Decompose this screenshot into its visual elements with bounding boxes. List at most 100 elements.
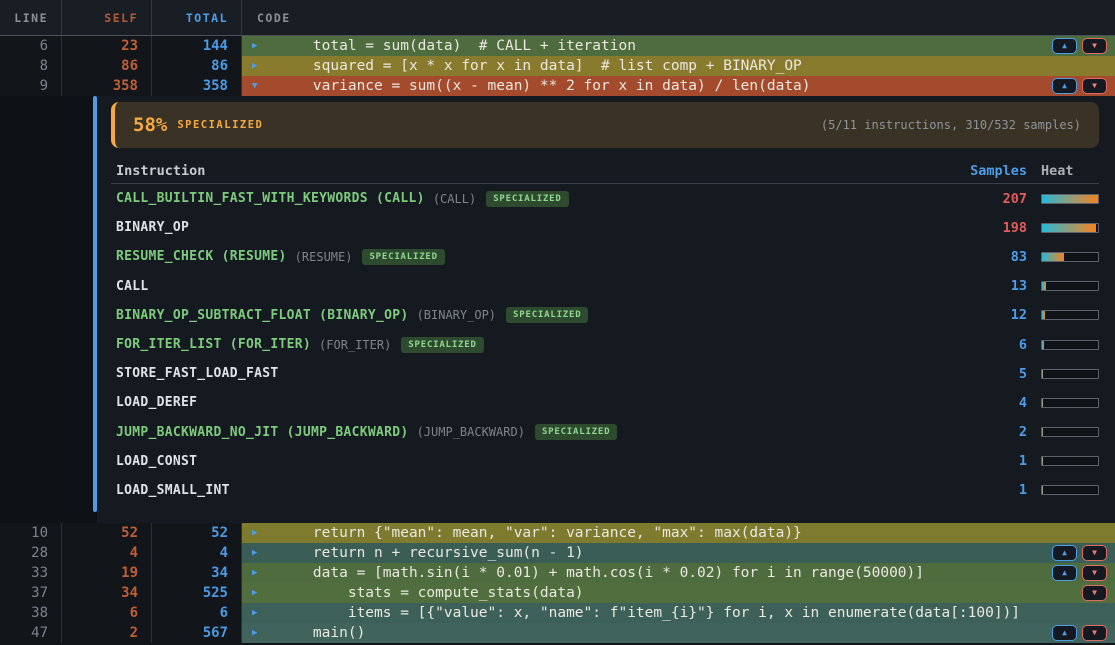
base-opcode: (RESUME) xyxy=(295,250,353,264)
self-samples-cell: 4 xyxy=(62,543,152,563)
code-column-header: CODE xyxy=(242,0,1115,35)
code-cell[interactable]: ▶ items = [{"value": x, "name": f"item_{… xyxy=(242,603,1115,623)
line-number-cell: 37 xyxy=(0,583,62,603)
heat-bar xyxy=(1041,398,1099,408)
specialized-summary-banner: 58% SPECIALIZED (5/11 instructions, 310/… xyxy=(111,102,1099,148)
move-up-button[interactable]: ▲ xyxy=(1052,565,1077,581)
base-opcode: (CALL) xyxy=(433,192,476,206)
code-cell[interactable]: ▼ variance = sum((x - mean) ** 2 for x i… xyxy=(242,76,1115,96)
code-cell[interactable]: ▶ total = sum(data) # CALL + iteration ▲ ▼ xyxy=(242,36,1115,56)
heat-bar xyxy=(1041,485,1099,495)
instruction-table: CALL_BUILTIN_FAST_WITH_KEYWORDS (CALL)(C… xyxy=(111,184,1099,505)
disclosure-triangle-icon[interactable]: ▶ xyxy=(252,41,264,51)
self-samples-cell: 19 xyxy=(62,563,152,583)
line-number-cell: 9 xyxy=(0,76,62,96)
specialized-badge: SPECIALIZED xyxy=(362,249,444,265)
disclosure-triangle-icon[interactable]: ▶ xyxy=(252,568,264,578)
heat-bar xyxy=(1041,223,1099,233)
move-down-button[interactable]: ▼ xyxy=(1082,545,1107,561)
disclosure-triangle-icon[interactable]: ▶ xyxy=(252,61,264,71)
disclosure-triangle-icon[interactable]: ▶ xyxy=(252,528,264,538)
sample-stats-text: (5/11 instructions, 310/532 samples) xyxy=(821,118,1081,132)
code-cell[interactable]: ▶ stats = compute_stats(data)▼ xyxy=(242,583,1115,603)
disclosure-triangle-icon[interactable]: ▼ xyxy=(252,81,264,91)
move-down-button[interactable]: ▼ xyxy=(1082,585,1107,601)
code-row: 472567▶ main()▲▼ xyxy=(0,623,1115,643)
specialized-badge: SPECIALIZED xyxy=(486,191,568,207)
move-up-button[interactable]: ▲ xyxy=(1052,38,1077,54)
instruction-row: CALL 13 xyxy=(111,272,1099,301)
code-text: squared = [x * x for x in data] # list c… xyxy=(278,58,802,74)
specialized-badge: SPECIALIZED xyxy=(506,307,588,323)
total-samples-cell: 34 xyxy=(152,563,242,583)
instruction-name: BINARY_OP xyxy=(116,220,189,235)
code-row: 3866▶ items = [{"value": x, "name": f"it… xyxy=(0,603,1115,623)
self-samples-cell: 358 xyxy=(62,76,152,96)
move-down-button[interactable]: ▼ xyxy=(1082,565,1107,581)
total-column-header: TOTAL xyxy=(152,0,242,35)
instruction-row: LOAD_SMALL_INT1 xyxy=(111,476,1099,505)
move-up-button[interactable]: ▲ xyxy=(1052,545,1077,561)
row-nav-buttons: ▼ xyxy=(1082,585,1107,601)
base-opcode: (BINARY_OP) xyxy=(417,308,496,322)
code-text: items = [{"value": x, "name": f"item_{i}… xyxy=(278,605,1020,621)
line-column-header: LINE xyxy=(0,0,62,35)
instruction-name: CALL xyxy=(116,279,149,294)
code-cell[interactable]: ▶ main()▲▼ xyxy=(242,623,1115,643)
code-text: total = sum(data) # CALL + iteration xyxy=(278,38,636,54)
heat-bar-fill xyxy=(1042,457,1043,465)
move-down-button[interactable]: ▼ xyxy=(1082,38,1107,54)
disclosure-triangle-icon[interactable]: ▶ xyxy=(252,628,264,638)
samples-count: 1 xyxy=(957,453,1027,469)
code-row: 623144▶ total = sum(data) # CALL + itera… xyxy=(0,36,1115,56)
code-text: main() xyxy=(278,625,365,641)
specialized-label: SPECIALIZED xyxy=(177,119,263,131)
samples-count: 207 xyxy=(957,191,1027,207)
instruction-row: JUMP_BACKWARD_NO_JIT (JUMP_BACKWARD)(JUM… xyxy=(111,418,1099,447)
total-samples-cell: 86 xyxy=(152,56,242,76)
self-samples-cell: 86 xyxy=(62,56,152,76)
code-row: 105252▶ return {"mean": mean, "var": var… xyxy=(0,523,1115,543)
move-down-button[interactable]: ▼ xyxy=(1082,78,1107,94)
heat-bar xyxy=(1041,194,1099,204)
disclosure-triangle-icon[interactable]: ▶ xyxy=(252,548,264,558)
code-cell[interactable]: ▶ return n + recursive_sum(n - 1)▲▼ xyxy=(242,543,1115,563)
heat-bar-fill xyxy=(1042,224,1096,232)
samples-count: 6 xyxy=(957,337,1027,353)
samples-count: 13 xyxy=(957,278,1027,294)
instruction-row: FOR_ITER_LIST (FOR_ITER)(FOR_ITER)SPECIA… xyxy=(111,330,1099,359)
heat-bar-fill xyxy=(1042,311,1045,319)
samples-count: 12 xyxy=(957,307,1027,323)
instruction-name: RESUME_CHECK (RESUME) xyxy=(116,249,287,264)
code-cell[interactable]: ▶ data = [math.sin(i * 0.01) + math.cos(… xyxy=(242,563,1115,583)
move-up-button[interactable]: ▲ xyxy=(1052,78,1077,94)
self-samples-cell: 52 xyxy=(62,523,152,543)
specialization-panel: 58% SPECIALIZED (5/11 instructions, 310/… xyxy=(97,96,1115,523)
heat-column-header: Heat xyxy=(1041,163,1099,179)
instruction-column-header: Instruction xyxy=(116,163,205,179)
heat-bar-fill xyxy=(1042,195,1098,203)
heat-bar-fill xyxy=(1042,399,1043,407)
heat-bar xyxy=(1041,427,1099,437)
specialized-badge: SPECIALIZED xyxy=(401,337,483,353)
samples-count: 5 xyxy=(957,366,1027,382)
samples-column-header: Samples xyxy=(957,163,1027,179)
move-up-button[interactable]: ▲ xyxy=(1052,625,1077,641)
self-samples-cell: 23 xyxy=(62,36,152,56)
code-cell[interactable]: ▶ return {"mean": mean, "var": variance,… xyxy=(242,523,1115,543)
samples-count: 1 xyxy=(957,482,1027,498)
samples-count: 4 xyxy=(957,395,1027,411)
row-nav-buttons: ▲▼ xyxy=(1052,625,1107,641)
move-down-button[interactable]: ▼ xyxy=(1082,625,1107,641)
row-nav-buttons: ▲▼ xyxy=(1052,545,1107,561)
heat-bar xyxy=(1041,340,1099,350)
disclosure-triangle-icon[interactable]: ▶ xyxy=(252,608,264,618)
code-row: 3734525▶ stats = compute_stats(data)▼ xyxy=(0,583,1115,603)
heat-bar-fill xyxy=(1042,428,1043,436)
instruction-row: RESUME_CHECK (RESUME) (RESUME) SPECIALIZED… xyxy=(111,242,1099,271)
instruction-name: JUMP_BACKWARD_NO_JIT (JUMP_BACKWARD) xyxy=(116,425,409,440)
code-cell[interactable]: ▶ squared = [x * x for x in data] # list… xyxy=(242,56,1115,76)
heat-bar xyxy=(1041,252,1099,262)
disclosure-triangle-icon[interactable]: ▶ xyxy=(252,588,264,598)
code-row: 331934▶ data = [math.sin(i * 0.01) + mat… xyxy=(0,563,1115,583)
